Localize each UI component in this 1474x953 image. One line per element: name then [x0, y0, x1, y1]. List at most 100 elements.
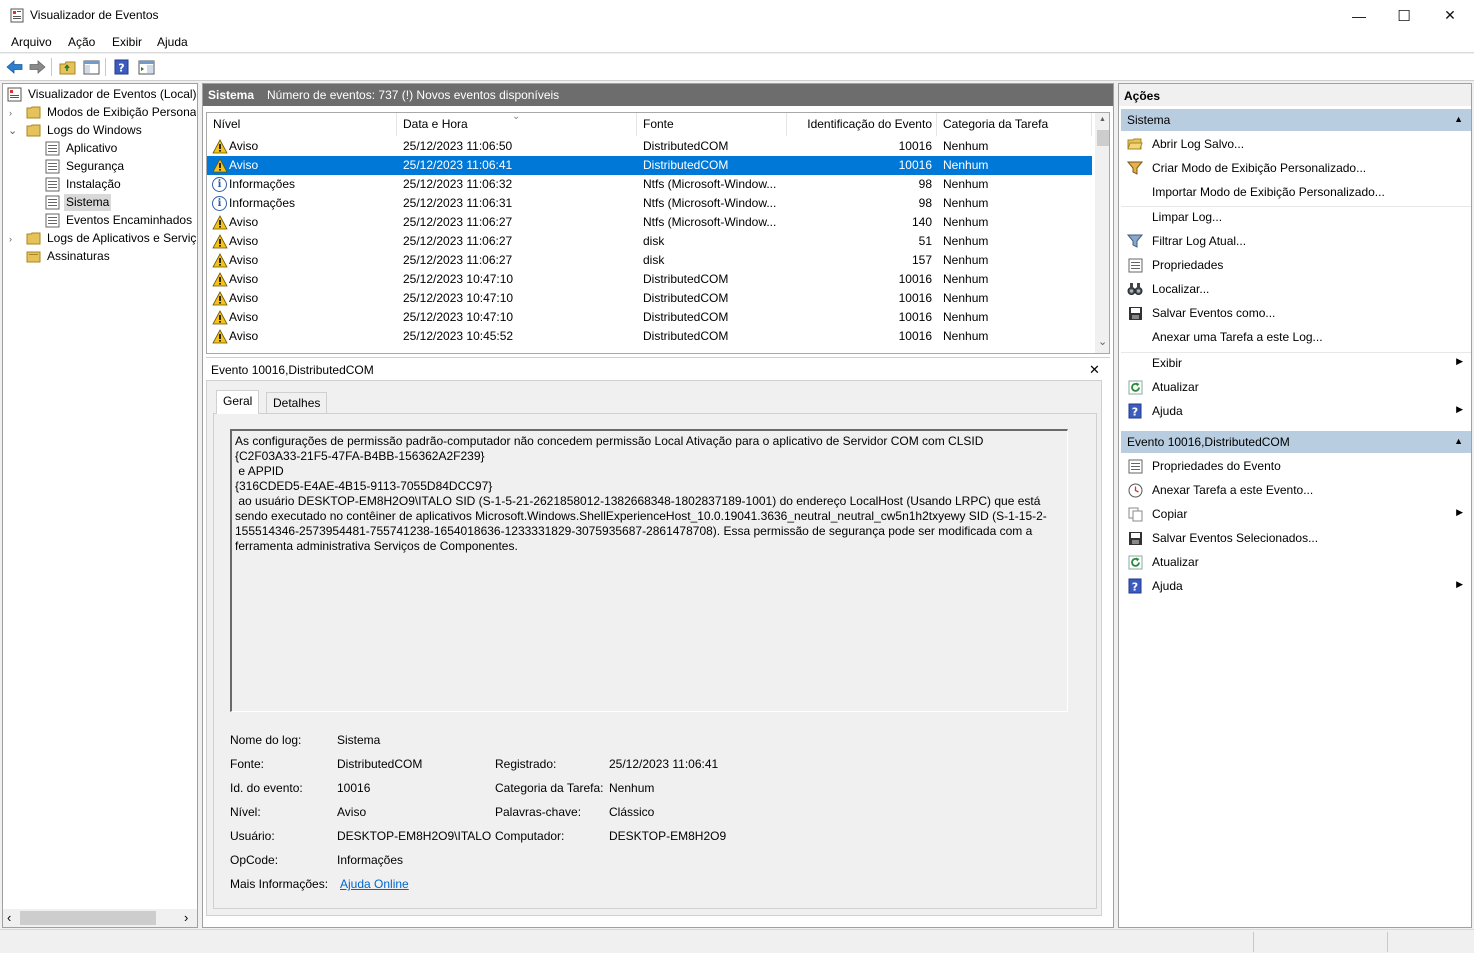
scroll-left-icon[interactable]: ‹: [7, 910, 11, 925]
grid-vertical-scrollbar[interactable]: ▲ ⌄: [1095, 113, 1109, 353]
event-row[interactable]: Aviso 25/12/2023 10:47:10 DistributedCOM 10…: [207, 289, 1092, 308]
action-copiar[interactable]: Copiar ▶: [1121, 503, 1471, 525]
column-header-source[interactable]: Fonte: [637, 113, 787, 136]
tree-item-instalacao[interactable]: Instalação: [45, 176, 195, 193]
menu-exibir[interactable]: Exibir: [112, 35, 142, 49]
action-atualizar[interactable]: Atualizar: [1121, 551, 1471, 573]
forward-arrow-icon[interactable]: [28, 58, 46, 76]
tree-item-seguranca[interactable]: Segurança: [45, 158, 195, 175]
back-arrow-icon[interactable]: [5, 58, 23, 76]
date-cell: 25/12/2023 11:06:41: [403, 158, 513, 172]
action-criar-modo-de-exibicao-personalizado[interactable]: Criar Modo de Exibição Personalizado...: [1121, 157, 1471, 179]
toolbar: ?: [0, 54, 1474, 81]
event-row[interactable]: Aviso 25/12/2023 10:47:10 DistributedCOM 10…: [207, 308, 1092, 327]
tree-item-eventos-encaminhados[interactable]: Eventos Encaminhados: [45, 212, 195, 229]
tree-item-assinaturas[interactable]: Assinaturas: [26, 248, 196, 265]
folder-icon: [26, 106, 41, 119]
action-salvar-eventos-selecionados[interactable]: Salvar Eventos Selecionados...: [1121, 527, 1471, 549]
show-hide-action-pane-icon[interactable]: [137, 58, 155, 76]
event-id-cell: 10016: [898, 272, 932, 286]
scroll-right-icon[interactable]: ›: [184, 910, 188, 925]
action-ajuda[interactable]: ? Ajuda ▶: [1121, 400, 1471, 422]
menu-ajuda[interactable]: Ajuda: [157, 35, 188, 49]
source-cell: DistributedCOM: [643, 291, 729, 305]
log-header-info: Número de eventos: 737 (!) Novos eventos…: [267, 88, 560, 102]
event-id-cell: 10016: [898, 291, 932, 305]
tree-item-root[interactable]: Visualizador de Eventos (Local): [7, 86, 197, 103]
collapse-icon[interactable]: ▲: [1454, 114, 1463, 124]
menu-acao[interactable]: Ação: [68, 35, 95, 49]
event-row[interactable]: Aviso 25/12/2023 10:47:10 DistributedCOM 10…: [207, 270, 1092, 289]
actions-section-event[interactable]: Evento 10016,DistributedCOM ▲: [1121, 431, 1471, 453]
tree-item-app-logs[interactable]: Logs de Aplicativos e Serviços: [26, 230, 196, 247]
tab-detalhes[interactable]: Detalhes: [266, 392, 328, 414]
prop-label-more-info: Mais Informações:: [230, 877, 329, 891]
folder-up-icon[interactable]: [58, 58, 76, 76]
column-header-event-id[interactable]: Identificação do Evento: [787, 113, 937, 136]
action-ajuda[interactable]: ? Ajuda ▶: [1121, 575, 1471, 597]
actions-section-event-label: Evento 10016,DistributedCOM: [1127, 435, 1290, 449]
tree-item-aplicativo[interactable]: Aplicativo: [45, 140, 195, 157]
event-row[interactable]: Aviso 25/12/2023 11:06:27 Ntfs (Microsoft-…: [207, 213, 1092, 232]
help-icon: ?: [1127, 403, 1143, 419]
tree-item-custom-views[interactable]: Modos de Exibição Personalizados: [26, 104, 196, 121]
action-localizar[interactable]: Localizar...: [1121, 278, 1471, 300]
column-header-level[interactable]: Nível: [207, 113, 397, 136]
event-row[interactable]: Aviso 25/12/2023 11:06:50 DistributedCOM 10…: [207, 137, 1092, 156]
svg-text:?: ?: [1132, 581, 1138, 594]
event-row[interactable]: Aviso 25/12/2023 11:06:27 disk 51 Nenhum: [207, 232, 1092, 251]
action-exibir[interactable]: Exibir ▶: [1121, 352, 1471, 374]
action-anexar-tarefa-a-este-evento[interactable]: Anexar Tarefa a este Evento...: [1121, 479, 1471, 501]
action-abrir-log-salvo[interactable]: Abrir Log Salvo...: [1121, 133, 1471, 155]
collapse-arrow-icon[interactable]: ⌄: [8, 124, 17, 137]
category-cell: Nenhum: [943, 177, 989, 191]
expand-arrow-icon[interactable]: ›: [9, 234, 12, 244]
menu-arquivo[interactable]: Arquivo: [11, 35, 52, 49]
ajuda-online-link[interactable]: Ajuda Online: [340, 877, 409, 891]
actions-section-sistema[interactable]: Sistema ▲: [1121, 109, 1471, 131]
action-propriedades[interactable]: Propriedades: [1121, 254, 1471, 276]
close-button[interactable]: ✕: [1427, 0, 1473, 31]
expand-arrow-icon[interactable]: ›: [9, 108, 12, 118]
event-row[interactable]: i Informações 25/12/2023 11:06:32 Ntfs (Mic…: [207, 175, 1092, 194]
maximize-button[interactable]: ☐: [1381, 0, 1427, 31]
show-hide-console-tree-icon[interactable]: [82, 58, 100, 76]
prop-value-task: Nenhum: [609, 781, 655, 795]
center-pane: Sistema Número de eventos: 737 (!) Novos…: [202, 83, 1114, 928]
action-atualizar[interactable]: Atualizar: [1121, 376, 1471, 398]
event-row[interactable]: Aviso 25/12/2023 11:06:27 disk 157 Nenhum: [207, 251, 1092, 270]
blank-icon: [1127, 209, 1143, 225]
action-anexar-uma-tarefa-a-este-log[interactable]: Anexar uma Tarefa a este Log...: [1121, 326, 1471, 348]
scroll-up-icon[interactable]: ▲: [1099, 116, 1106, 123]
event-row[interactable]: i Informações 25/12/2023 11:06:31 Ntfs (Mic…: [207, 194, 1092, 213]
column-header-category[interactable]: Categoria da Tarefa: [937, 113, 1092, 136]
scroll-down-icon[interactable]: ⌄: [1098, 335, 1107, 348]
action-salvar-eventos-como[interactable]: Salvar Eventos como...: [1121, 302, 1471, 324]
event-row[interactable]: Aviso 25/12/2023 11:06:41 DistributedCOM 10…: [207, 156, 1092, 175]
binoculars-icon: [1127, 281, 1143, 297]
close-detail-icon[interactable]: ✕: [1089, 362, 1100, 378]
close-icon: ✕: [1444, 7, 1456, 23]
event-description[interactable]: As configurações de permissão padrão-com…: [230, 429, 1068, 712]
action-limpar-log[interactable]: Limpar Log...: [1121, 206, 1471, 228]
action-filtrar-log-atual[interactable]: Filtrar Log Atual...: [1121, 230, 1471, 252]
action-propriedades-do-evento[interactable]: Propriedades do Evento: [1121, 455, 1471, 477]
tree-horizontal-scrollbar[interactable]: ‹ ›: [3, 909, 197, 927]
tree-item-sistema[interactable]: Sistema: [45, 194, 195, 211]
status-bar: [0, 929, 1474, 953]
log-icon: [45, 195, 60, 210]
action-importar-modo-de-exibicao-personalizado[interactable]: Importar Modo de Exibição Personalizado.…: [1121, 181, 1471, 203]
scroll-thumb[interactable]: [1097, 130, 1109, 146]
help-icon[interactable]: ?: [112, 58, 130, 76]
collapse-icon[interactable]: ▲: [1454, 436, 1463, 446]
scroll-thumb[interactable]: [20, 911, 156, 925]
subscriptions-icon: [26, 251, 41, 263]
level-cell: Aviso: [229, 139, 259, 153]
tab-geral[interactable]: Geral: [216, 390, 260, 414]
tree-item-windows-logs[interactable]: Logs do Windows: [26, 122, 196, 139]
source-cell: Ntfs (Microsoft-Window...: [643, 196, 777, 210]
event-row[interactable]: Aviso 25/12/2023 10:45:52 DistributedCOM 10…: [207, 327, 1092, 346]
minimize-button[interactable]: —: [1336, 0, 1382, 31]
info-icon: i: [212, 196, 227, 211]
column-header-date[interactable]: Data e Hora ⌄: [397, 113, 637, 136]
